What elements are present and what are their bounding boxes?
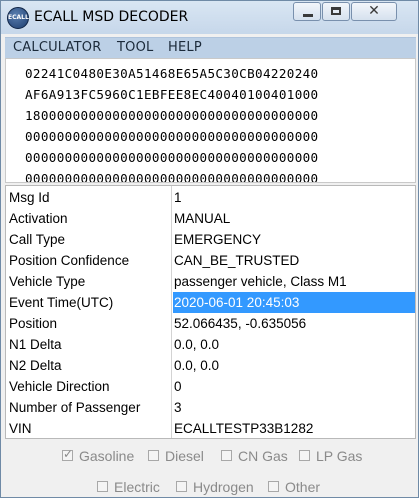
checkbox-box xyxy=(176,481,187,492)
checkbox-box: ✓ xyxy=(62,447,74,461)
checkbox-label: Diesel xyxy=(165,448,204,464)
field-value: passenger vehicle, Class M1 xyxy=(174,274,347,289)
table-row[interactable]: VIN ECALLTESTP33B1282 xyxy=(6,418,415,439)
field-value: 0.0, 0.0 xyxy=(174,337,220,352)
checkbox-box xyxy=(299,450,310,461)
hex-line: AF6A913FC5960C1EBFEE8EC40040100401000 xyxy=(25,87,319,102)
field-label: Activation xyxy=(9,211,68,226)
field-label: Vehicle Direction xyxy=(9,379,110,394)
hex-line: 0000000000000000000000000000000000000 xyxy=(25,129,319,144)
field-value: ECALLTESTP33B1282 xyxy=(174,421,314,436)
menu-calculator[interactable]: CALCULATOR xyxy=(13,40,101,55)
hex-line: 0000000000000000000000000000000000000 xyxy=(25,150,319,165)
table-row[interactable]: Call Type EMERGENCY xyxy=(6,229,415,250)
field-label: Vehicle Type xyxy=(9,274,86,289)
hex-line: 0000000000000000000000000000000000000 xyxy=(25,171,319,182)
checkbox-box xyxy=(221,450,232,461)
checkbox-label: CN Gas xyxy=(238,448,288,464)
table-row[interactable]: Number of Passenger 3 xyxy=(6,397,415,418)
table-row[interactable]: Vehicle Type passenger vehicle, Class M1 xyxy=(6,271,415,292)
maximize-button[interactable] xyxy=(322,2,350,21)
table-row[interactable]: Position 52.066435, -0.635056 xyxy=(6,313,415,334)
fuel-type-group: ✓ Gasoline Diesel CN Gas LP Gas Electric… xyxy=(5,441,416,497)
table-row[interactable]: N1 Delta 0.0, 0.0 xyxy=(6,334,415,355)
field-value: 1 xyxy=(174,190,182,205)
field-value: MANUAL xyxy=(174,211,231,226)
field-value: 0.0, 0.0 xyxy=(174,358,220,373)
checkbox-box xyxy=(268,481,279,492)
decoded-fields-table: Msg Id 1 Activation MANUAL Call Type EME… xyxy=(5,185,416,439)
table-row[interactable]: Msg Id 1 xyxy=(6,187,415,208)
field-value: 52.066435, -0.635056 xyxy=(174,316,307,331)
hex-line: 02241C0480E30A51468E65A5C30CB04220240 xyxy=(25,66,319,81)
checkbox-box xyxy=(148,450,159,461)
table-row-selected[interactable]: Event Time(UTC) 2020-06-01 20:45:03 xyxy=(6,292,415,313)
minimize-button[interactable] xyxy=(293,2,321,21)
check-icon: ✓ xyxy=(63,447,74,461)
menu-bar: CALCULATOR TOOL HELP xyxy=(5,37,416,59)
checkbox-label: Gasoline xyxy=(79,448,135,464)
app-window: ECALL ECALL MSD DECODER ✕ CALCULATOR TOO… xyxy=(0,0,419,498)
table-row[interactable]: Vehicle Direction 0 xyxy=(6,376,415,397)
hex-input-area[interactable]: 02241C0480E30A51468E65A5C30CB04220240 AF… xyxy=(5,58,416,183)
field-label: N2 Delta xyxy=(9,358,62,373)
close-button[interactable]: ✕ xyxy=(351,2,397,21)
checkbox-box xyxy=(97,481,108,492)
field-label: VIN xyxy=(9,421,32,436)
close-icon: ✕ xyxy=(368,3,380,19)
field-value: 2020-06-01 20:45:03 xyxy=(173,292,415,313)
checkbox-label: Other xyxy=(285,479,321,495)
field-label: Position xyxy=(9,316,58,331)
title-bar[interactable]: ECALL ECALL MSD DECODER ✕ xyxy=(1,1,418,34)
table-row[interactable]: N2 Delta 0.0, 0.0 xyxy=(6,355,415,376)
field-value: EMERGENCY xyxy=(174,232,262,247)
table-row[interactable]: Activation MANUAL xyxy=(6,208,415,229)
table-row[interactable]: Position Confidence CAN_BE_TRUSTED xyxy=(6,250,415,271)
field-label: Position Confidence xyxy=(9,253,130,268)
field-value: 0 xyxy=(174,379,182,394)
checkbox-label: Electric xyxy=(114,479,160,495)
window-title: ECALL MSD DECODER xyxy=(34,9,189,25)
hex-line: 1800000000000000000000000000000000000 xyxy=(25,108,319,123)
field-label: Call Type xyxy=(9,232,66,247)
minimize-icon xyxy=(303,14,313,17)
checkbox-label: Hydrogen xyxy=(193,479,254,495)
field-value: 3 xyxy=(174,400,182,415)
ecall-app-icon: ECALL xyxy=(7,7,29,29)
field-label: Number of Passenger xyxy=(9,400,141,415)
field-label: Msg Id xyxy=(9,190,50,205)
field-label: Event Time(UTC) xyxy=(9,295,114,310)
maximize-icon xyxy=(331,7,341,15)
menu-tool[interactable]: TOOL xyxy=(117,40,153,55)
field-label: N1 Delta xyxy=(9,337,62,352)
menu-help[interactable]: HELP xyxy=(168,40,202,55)
field-value: CAN_BE_TRUSTED xyxy=(174,253,300,268)
checkbox-label: LP Gas xyxy=(316,448,363,464)
